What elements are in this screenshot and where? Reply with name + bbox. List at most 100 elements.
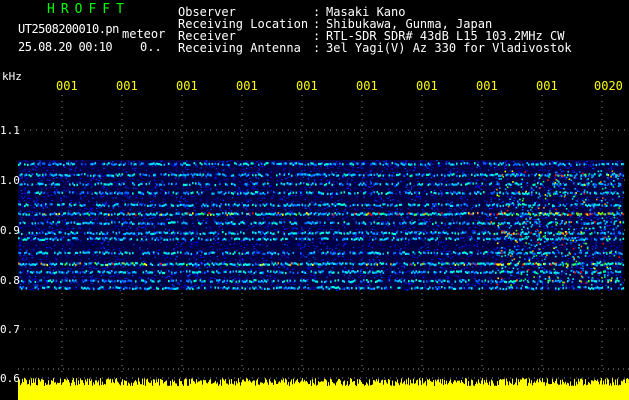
noise-pixel: [33, 165, 36, 167]
noise-pixel: [327, 206, 329, 208]
noise-pixel: [297, 232, 299, 234]
noise-pixel: [331, 243, 334, 245]
noise-pixel: [593, 168, 595, 170]
noise-pixel: [80, 246, 82, 248]
noise-pixel: [299, 230, 301, 233]
noise-pixel: [554, 270, 557, 272]
noise-pixel: [84, 208, 86, 210]
noise-pixel: [415, 233, 417, 236]
noise-pixel: [287, 268, 290, 270]
noise-pixel: [110, 209, 112, 212]
noise-pixel: [180, 286, 183, 288]
noise-pixel: [504, 241, 507, 243]
noise-pixel: [38, 177, 41, 179]
noise-pixel: [605, 217, 608, 219]
noise-pixel: [310, 221, 312, 223]
noise-pixel: [173, 213, 175, 215]
noise-pixel: [93, 237, 95, 239]
noise-pixel: [552, 181, 554, 183]
noise-pixel: [26, 177, 28, 179]
noise-pixel: [513, 277, 515, 279]
noise-pixel: [415, 236, 417, 238]
noise-pixel: [46, 240, 48, 242]
noise-pixel: [90, 183, 92, 185]
noise-pixel: [90, 207, 92, 209]
noise-pixel: [388, 177, 390, 179]
noise-pixel: [317, 209, 319, 211]
noise-pixel: [237, 282, 239, 284]
noise-pixel: [474, 204, 476, 206]
noise-pixel: [46, 247, 48, 249]
noise-pixel: [217, 177, 220, 180]
noise-pixel: [230, 210, 232, 212]
noise-pixel: [73, 282, 75, 284]
noise-pixel: [387, 197, 389, 200]
noise-pixel: [345, 228, 347, 230]
noise-pixel: [495, 220, 497, 222]
noise-pixel: [305, 272, 308, 274]
noise-pixel: [395, 235, 397, 237]
noise-pixel: [498, 250, 500, 252]
noise-pixel: [585, 233, 588, 235]
noise-pixel: [488, 219, 490, 221]
noise-pixel: [284, 243, 286, 246]
noise-pixel: [369, 180, 372, 182]
noise-pixel: [408, 169, 411, 171]
noise-pixel: [375, 197, 377, 199]
noise-pixel: [346, 188, 348, 190]
noise-pixel: [511, 194, 513, 196]
noise-pixel: [76, 234, 78, 236]
noise-pixel: [151, 197, 153, 199]
noise-pixel: [100, 274, 102, 276]
noise-pixel: [384, 173, 387, 175]
noise-pixel: [568, 210, 570, 212]
noise-pixel: [290, 200, 292, 202]
noise-pixel: [153, 179, 155, 181]
noise-pixel: [344, 249, 347, 251]
noise-pixel: [428, 179, 430, 181]
noise-pixel: [579, 284, 581, 286]
noise-pixel: [408, 197, 410, 199]
noise-pixel: [576, 188, 578, 190]
noise-pixel: [135, 285, 137, 287]
noise-pixel: [35, 284, 37, 286]
noise-pixel: [586, 230, 588, 232]
noise-pixel: [65, 243, 68, 245]
noise-pixel: [327, 167, 329, 169]
noise-pixel: [599, 217, 601, 219]
noise-pixel: [195, 244, 198, 246]
noise-pixel: [139, 248, 141, 250]
noise-pixel: [466, 267, 468, 269]
noise-pixel: [107, 233, 110, 235]
noise-pixel: [380, 274, 382, 276]
noise-pixel: [605, 279, 607, 281]
noise-pixel: [26, 166, 29, 168]
noise-pixel: [478, 187, 480, 189]
noise-pixel: [309, 186, 311, 188]
noise-pixel: [105, 211, 107, 213]
noise-pixel: [197, 219, 199, 221]
noise-pixel: [238, 214, 240, 216]
noise-pixel: [408, 172, 411, 174]
noise-pixel: [587, 200, 589, 202]
noise-pixel: [227, 197, 229, 199]
noise-pixel: [166, 256, 168, 258]
noise-pixel: [536, 225, 538, 227]
noise-pixel: [60, 200, 62, 202]
noise-pixel: [352, 199, 355, 202]
noise-pixel: [63, 199, 66, 201]
noise-pixel: [191, 176, 194, 179]
noise-pixel: [66, 185, 69, 187]
noise-pixel: [485, 179, 487, 181]
noise-pixel: [357, 167, 359, 169]
noise-pixel: [258, 285, 260, 287]
noise-pixel: [511, 196, 513, 198]
noise-pixel: [567, 167, 569, 169]
noise-pixel: [243, 171, 245, 173]
noise-pixel: [33, 219, 35, 221]
noise-pixel: [152, 246, 155, 248]
noise-pixel: [475, 179, 477, 181]
noise-pixel: [55, 230, 57, 232]
noise-pixel: [443, 173, 445, 175]
noise-pixel: [613, 265, 616, 267]
